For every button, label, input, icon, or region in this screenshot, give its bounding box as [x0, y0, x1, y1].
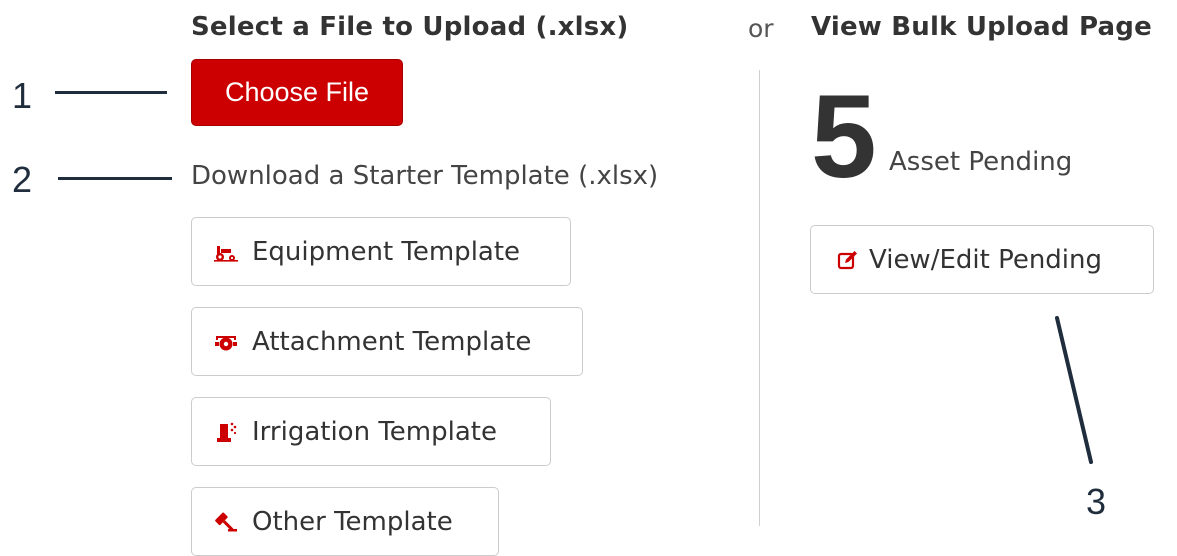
equipment-template-button[interactable]: Equipment Template: [191, 217, 571, 286]
attachment-template-button[interactable]: Attachment Template: [191, 307, 583, 376]
callout-number-1: 1: [12, 75, 33, 116]
choose-file-button[interactable]: Choose File: [191, 59, 403, 126]
pending-label: Asset Pending: [889, 147, 1073, 177]
irrigation-template-label: Irrigation Template: [252, 416, 497, 447]
edit-icon: [837, 249, 859, 271]
irrigation-icon: [214, 420, 238, 444]
callout-number-3: 3: [1086, 481, 1107, 522]
tractor-icon: [214, 240, 238, 264]
vertical-divider: [759, 70, 760, 526]
view-edit-pending-button[interactable]: View/Edit Pending: [810, 225, 1154, 294]
equipment-template-label: Equipment Template: [252, 236, 521, 267]
other-template-button[interactable]: Other Template: [191, 487, 499, 556]
callout-line-2: [58, 177, 172, 180]
callout-number-2: 2: [12, 159, 33, 200]
bulk-upload-heading: View Bulk Upload Page: [811, 12, 1152, 42]
upload-heading: Select a File to Upload (.xlsx): [191, 12, 629, 42]
callout-line-3: [1055, 316, 1093, 464]
attachment-template-label: Attachment Template: [252, 326, 532, 357]
callout-line-1: [55, 91, 167, 94]
attachment-icon: [214, 330, 238, 354]
gavel-icon: [214, 510, 238, 534]
view-edit-pending-label: View/Edit Pending: [869, 244, 1103, 275]
download-template-label: Download a Starter Template (.xlsx): [191, 161, 659, 191]
other-template-label: Other Template: [252, 506, 453, 537]
pending-count: 5: [811, 71, 877, 203]
irrigation-template-button[interactable]: Irrigation Template: [191, 397, 551, 466]
or-separator: or: [748, 14, 774, 43]
